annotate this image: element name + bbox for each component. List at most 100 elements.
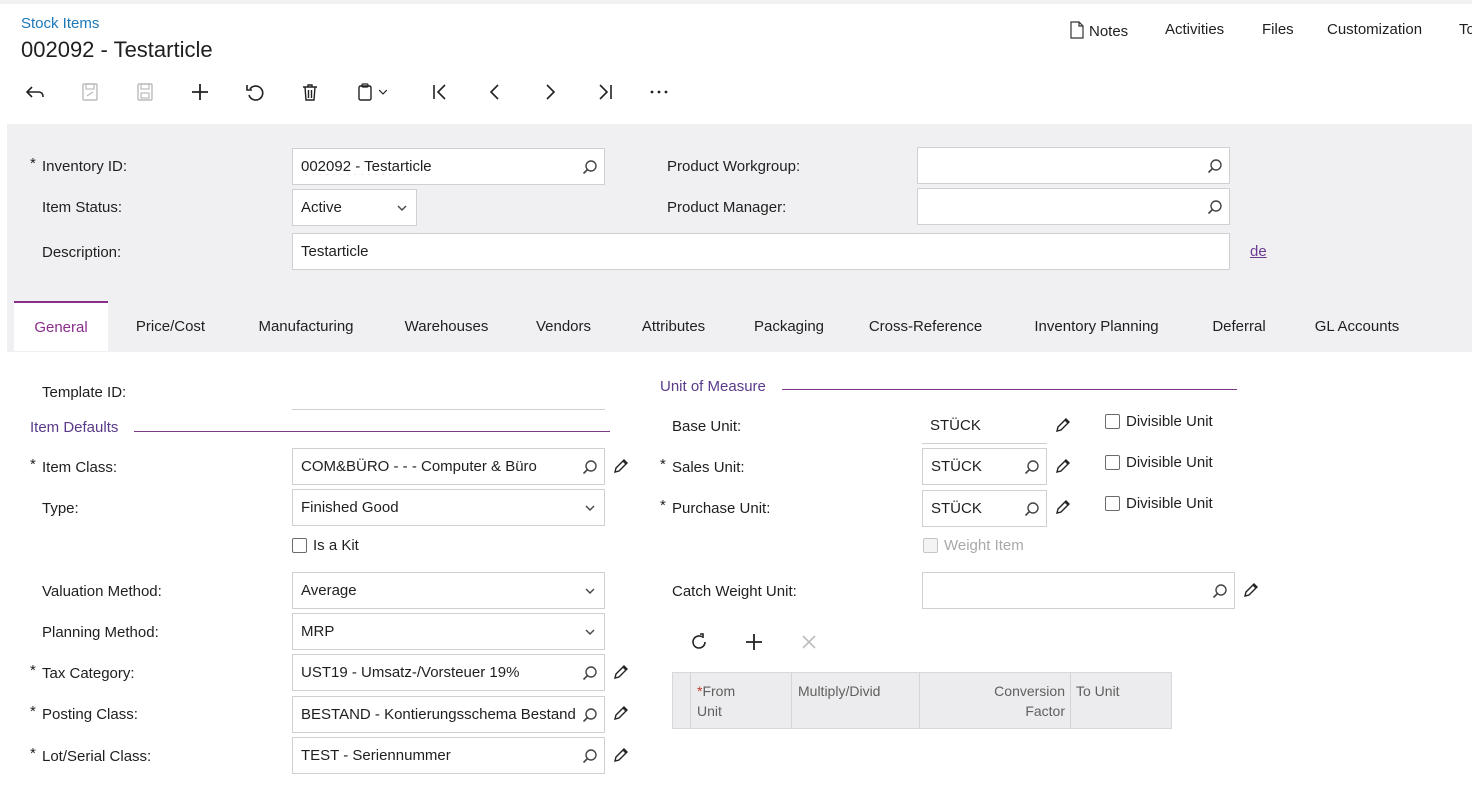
pencil-icon[interactable] bbox=[1054, 457, 1074, 477]
search-icon[interactable] bbox=[1201, 148, 1229, 183]
conversion-factor-column-header[interactable]: Conversion Factor bbox=[925, 681, 1065, 721]
sales-unit-field[interactable]: STÜCK bbox=[922, 448, 1047, 485]
divisible-unit-label: Divisible Unit bbox=[1126, 495, 1213, 512]
template-id-field[interactable] bbox=[292, 373, 605, 410]
to-unit-column-header[interactable]: To Unit bbox=[1076, 681, 1120, 701]
search-icon[interactable] bbox=[1201, 189, 1229, 224]
pencil-icon[interactable] bbox=[1242, 581, 1262, 601]
top-strip bbox=[0, 0, 1472, 4]
previous-record-button[interactable] bbox=[480, 80, 510, 104]
checkbox-box[interactable] bbox=[292, 538, 307, 553]
product-workgroup-field[interactable] bbox=[917, 147, 1230, 184]
catch-weight-unit-field[interactable] bbox=[922, 572, 1235, 609]
item-defaults-title: Item Defaults bbox=[30, 419, 119, 436]
add-row-button[interactable] bbox=[743, 631, 767, 655]
description-language-link[interactable]: de bbox=[1250, 243, 1267, 260]
unit-of-measure-title: Unit of Measure bbox=[660, 378, 766, 395]
search-icon[interactable] bbox=[576, 697, 604, 732]
back-button[interactable] bbox=[20, 80, 50, 104]
description-field[interactable]: Testarticle bbox=[292, 233, 1230, 270]
template-id-label: Template ID: bbox=[42, 384, 127, 401]
pencil-icon[interactable] bbox=[612, 457, 632, 477]
required-mark: * bbox=[30, 456, 36, 473]
pencil-icon[interactable] bbox=[612, 704, 632, 724]
search-icon[interactable] bbox=[576, 738, 604, 773]
posting-class-field[interactable]: BESTAND - Kontierungsschema Bestand bbox=[292, 696, 605, 733]
checkbox-box[interactable] bbox=[1105, 496, 1120, 511]
product-manager-field[interactable] bbox=[917, 188, 1230, 225]
next-record-button[interactable] bbox=[535, 80, 565, 104]
tab-packaging[interactable]: Packaging bbox=[734, 301, 844, 351]
from-unit-column-header[interactable]: *From Unit bbox=[697, 681, 735, 721]
purchase-unit-field[interactable]: STÜCK bbox=[922, 490, 1047, 527]
last-record-button[interactable] bbox=[590, 80, 620, 104]
pencil-icon[interactable] bbox=[1054, 416, 1074, 436]
save-close-icon bbox=[82, 83, 98, 101]
first-record-button[interactable] bbox=[425, 80, 455, 104]
purchase-divisible-unit-checkbox[interactable]: Divisible Unit bbox=[1105, 495, 1213, 512]
breadcrumb[interactable]: Stock Items bbox=[21, 15, 99, 32]
conversion-header-line1: Conversion bbox=[994, 683, 1065, 699]
refresh-button[interactable] bbox=[688, 631, 712, 655]
pencil-icon[interactable] bbox=[1054, 498, 1074, 518]
customization-link[interactable]: Customization bbox=[1327, 21, 1422, 38]
save-close-button[interactable] bbox=[75, 80, 105, 104]
add-button[interactable] bbox=[185, 80, 215, 104]
more-actions-button[interactable] bbox=[644, 80, 674, 104]
search-icon[interactable] bbox=[576, 149, 604, 184]
delete-row-button[interactable] bbox=[798, 631, 822, 655]
save-button[interactable] bbox=[130, 80, 160, 104]
tools-link[interactable]: To bbox=[1459, 21, 1472, 38]
save-icon bbox=[137, 83, 153, 101]
tab-warehouses[interactable]: Warehouses bbox=[382, 301, 511, 351]
clipboard-button[interactable] bbox=[350, 80, 394, 104]
search-icon[interactable] bbox=[1018, 449, 1046, 484]
search-icon[interactable] bbox=[1206, 573, 1234, 608]
type-select[interactable]: Finished Good bbox=[292, 489, 605, 526]
lot-serial-class-field[interactable]: TEST - Seriennummer bbox=[292, 737, 605, 774]
notes-link[interactable]: Notes bbox=[1069, 21, 1128, 43]
item-class-field[interactable]: COM&BÜRO - - - Computer & Büro bbox=[292, 448, 605, 485]
tab-deferral[interactable]: Deferral bbox=[1189, 301, 1289, 351]
chevron-left-icon bbox=[489, 84, 499, 100]
chevron-right-icon bbox=[546, 84, 556, 100]
search-icon[interactable] bbox=[576, 449, 604, 484]
tab-price-cost[interactable]: Price/Cost bbox=[111, 301, 230, 351]
tab-gl-accounts[interactable]: GL Accounts bbox=[1292, 301, 1422, 351]
sales-divisible-unit-checkbox[interactable]: Divisible Unit bbox=[1105, 454, 1213, 471]
search-icon[interactable] bbox=[1018, 491, 1046, 526]
catch-weight-unit-label: Catch Weight Unit: bbox=[672, 583, 797, 600]
tab-inventory-planning[interactable]: Inventory Planning bbox=[1007, 301, 1186, 351]
column-separator bbox=[919, 673, 920, 728]
cancel-button[interactable] bbox=[240, 80, 270, 104]
item-status-select[interactable]: Active bbox=[292, 189, 417, 226]
posting-class-label: Posting Class: bbox=[42, 706, 138, 723]
activities-link[interactable]: Activities bbox=[1165, 21, 1224, 38]
tax-category-value: UST19 - Umsatz-/Vorsteuer 19% bbox=[301, 664, 520, 681]
pencil-icon[interactable] bbox=[612, 746, 632, 766]
tab-attributes[interactable]: Attributes bbox=[616, 301, 731, 351]
required-mark: * bbox=[30, 662, 36, 679]
tax-category-field[interactable]: UST19 - Umsatz-/Vorsteuer 19% bbox=[292, 654, 605, 691]
divisible-unit-label: Divisible Unit bbox=[1126, 454, 1213, 471]
chevron-down-icon bbox=[388, 190, 416, 225]
base-unit-field[interactable]: STÜCK bbox=[922, 407, 1047, 444]
inventory-id-field[interactable]: 002092 - Testarticle bbox=[292, 148, 605, 185]
multiply-divide-column-header[interactable]: Multiply/Divid bbox=[798, 681, 880, 701]
search-icon[interactable] bbox=[576, 655, 604, 690]
required-mark: * bbox=[30, 745, 36, 762]
pencil-icon[interactable] bbox=[612, 663, 632, 683]
chevron-down-icon bbox=[378, 89, 388, 95]
base-divisible-unit-checkbox[interactable]: Divisible Unit bbox=[1105, 413, 1213, 430]
is-a-kit-checkbox[interactable]: Is a Kit bbox=[292, 537, 359, 554]
tab-cross-reference[interactable]: Cross-Reference bbox=[847, 301, 1004, 351]
valuation-method-select[interactable]: Average bbox=[292, 572, 605, 609]
checkbox-box[interactable] bbox=[1105, 414, 1120, 429]
files-link[interactable]: Files bbox=[1262, 21, 1294, 38]
delete-button[interactable] bbox=[295, 80, 325, 104]
tab-vendors[interactable]: Vendors bbox=[514, 301, 613, 351]
tab-general[interactable]: General bbox=[14, 301, 108, 351]
checkbox-box[interactable] bbox=[1105, 455, 1120, 470]
tab-manufacturing[interactable]: Manufacturing bbox=[233, 301, 379, 351]
planning-method-select[interactable]: MRP bbox=[292, 613, 605, 650]
